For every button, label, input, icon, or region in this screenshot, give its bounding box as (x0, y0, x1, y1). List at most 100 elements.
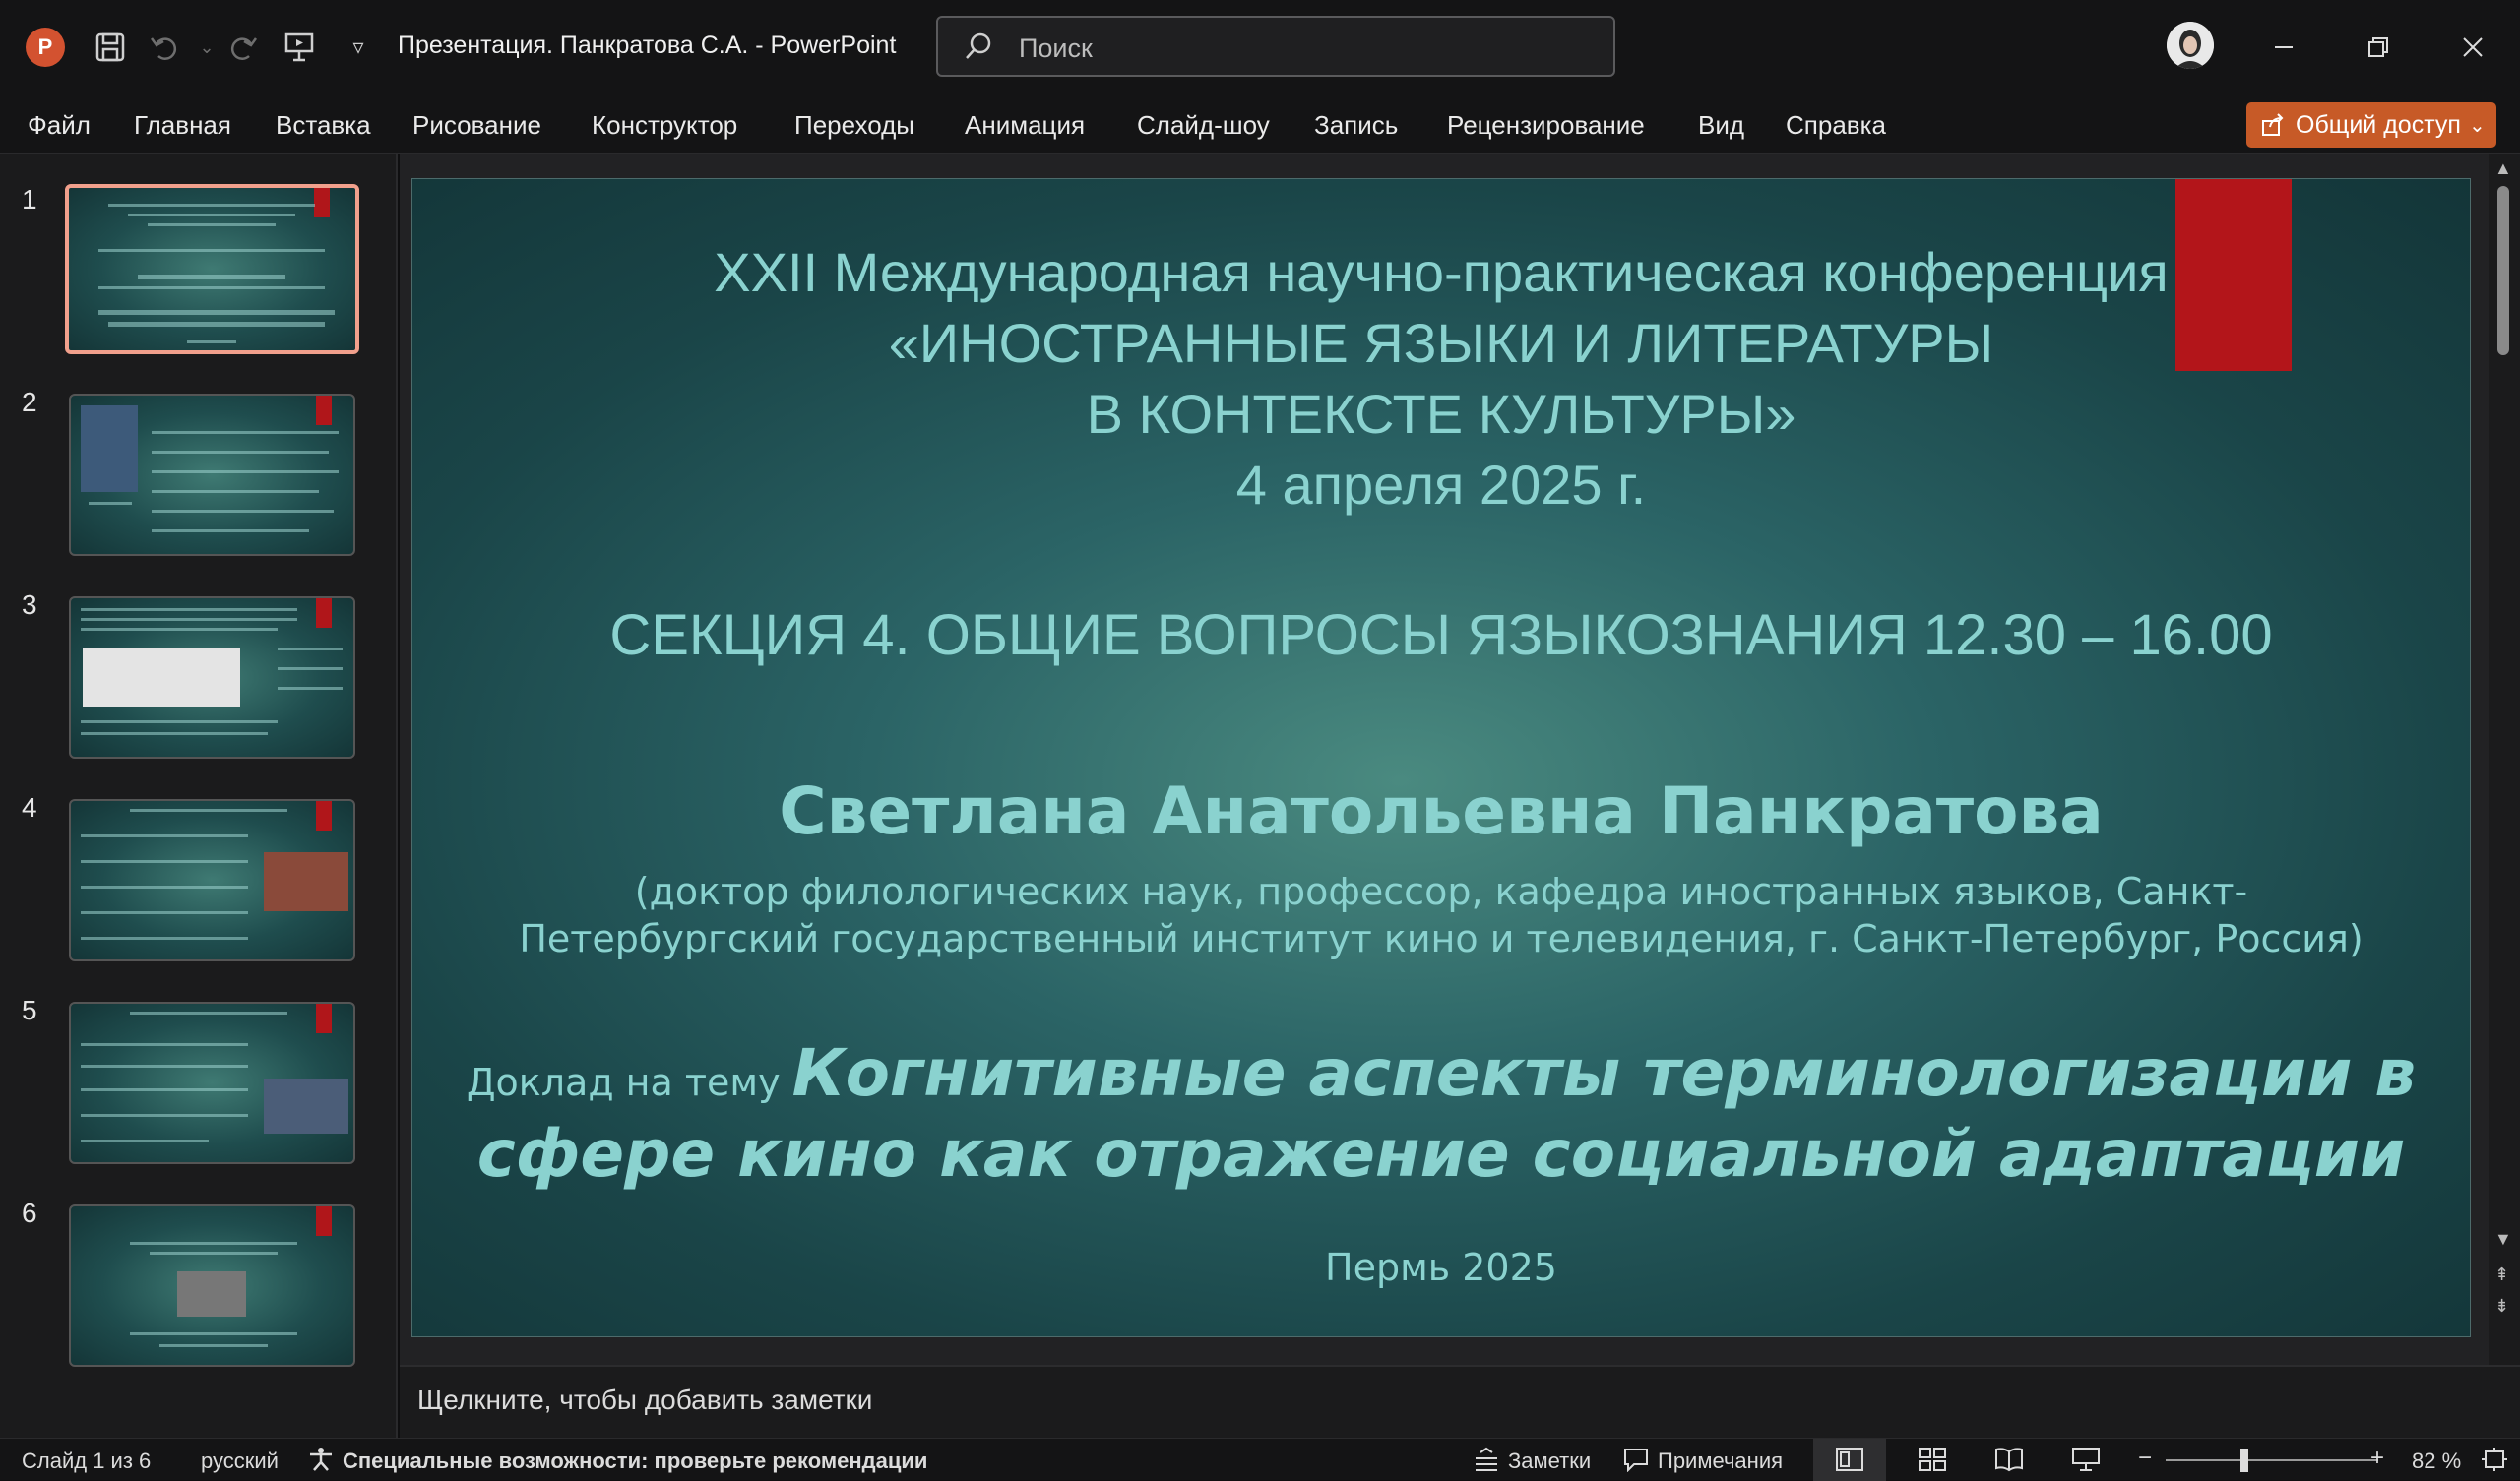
chevron-down-icon: ⌄ (2468, 114, 2486, 137)
restore-button[interactable] (2349, 22, 2408, 73)
slide-number: 2 (22, 387, 37, 417)
slide-accent-band (316, 1004, 332, 1033)
tab-design[interactable]: Конструктор (592, 110, 737, 141)
status-bar: Слайд 1 из 6 русский Специальные возможн… (0, 1438, 2520, 1481)
notes-toggle[interactable]: Заметки (1508, 1449, 1591, 1474)
accessibility-status[interactable]: Специальные возможности: проверьте реком… (343, 1449, 927, 1474)
normal-view-button[interactable] (1813, 1439, 1886, 1481)
slide-thumbnail-6[interactable] (69, 1204, 355, 1367)
screenshot-thumbnail (83, 648, 240, 707)
current-slide[interactable]: XXII Международная научно-практическая к… (411, 178, 2471, 1337)
slide-number: 5 (22, 995, 37, 1025)
tab-slideshow[interactable]: Слайд-шоу (1137, 110, 1270, 141)
accessibility-icon (310, 1448, 332, 1471)
redo-icon[interactable] (222, 28, 262, 67)
section-title[interactable]: СЕКЦИЯ 4. ОБЩИЕ ВОПРОСЫ ЯЗЫКОЗНАНИЯ 12.3… (412, 602, 2470, 668)
conference-title-line3[interactable]: В КОНТЕКСТЕ КУЛЬТУРЫ» (412, 382, 2470, 446)
slide-thumbnail-4[interactable] (69, 799, 355, 961)
reading-view-icon[interactable] (1994, 1447, 2024, 1472)
tab-review[interactable]: Рецензирование (1447, 110, 1645, 141)
customize-qat-icon[interactable]: ▿ (339, 28, 378, 67)
slide-number: 6 (22, 1198, 37, 1228)
tab-transitions[interactable]: Переходы (794, 110, 914, 141)
zoom-out-button[interactable]: − (2138, 1445, 2152, 1472)
author-affiliation-line1[interactable]: (доктор филологических наук, профессор, … (412, 870, 2470, 913)
slide-thumbnails-pane: 1 2 3 4 5 6 (0, 154, 398, 1438)
title-bar: P ⌄ ▿ Презентация. Панкратова С.А. - Pow… (0, 0, 2520, 94)
slide-accent-band (316, 396, 332, 425)
save-icon[interactable] (91, 28, 130, 67)
tab-draw[interactable]: Рисование (412, 110, 541, 141)
slide-accent-band (314, 188, 330, 217)
report-topic-lead: Доклад на тему (466, 1061, 792, 1104)
scrollbar-thumb[interactable] (2497, 186, 2509, 355)
author-name[interactable]: Светлана Анатольевна Панкратова (412, 773, 2470, 849)
conference-title-line2[interactable]: «ИНОСТРАННЫЕ ЯЗЫКИ И ЛИТЕРАТУРЫ (412, 311, 2470, 375)
share-button[interactable]: Общий доступ ⌄ (2246, 102, 2496, 148)
conference-date[interactable]: 4 апреля 2025 г. (412, 453, 2470, 517)
report-topic-line2[interactable]: сфере кино как отражение социальной адап… (412, 1116, 2470, 1192)
slide-number: 3 (22, 589, 37, 620)
notes-pane[interactable]: Щелкните, чтобы добавить заметки (400, 1365, 2520, 1438)
scroll-down-icon[interactable]: ▼ (2494, 1229, 2512, 1250)
avatar[interactable] (2167, 22, 2214, 69)
share-label: Общий доступ (2296, 110, 2461, 139)
fit-to-window-icon[interactable] (2481, 1447, 2508, 1472)
slideshow-view-icon[interactable] (2071, 1447, 2101, 1472)
slide-accent-band (316, 598, 332, 628)
slide-thumbnail-3[interactable] (69, 596, 355, 759)
report-topic-title: Когнитивные аспекты терминологизации в (791, 1035, 2417, 1111)
slide-accent-band (316, 801, 332, 831)
notes-placeholder: Щелкните, чтобы добавить заметки (417, 1385, 873, 1415)
comments-toggle[interactable]: Примечания (1658, 1449, 1783, 1474)
search-icon (966, 32, 991, 59)
normal-view-icon (1836, 1448, 1863, 1471)
slide-thumbnail-1[interactable] (65, 184, 359, 354)
language-indicator[interactable]: русский (201, 1449, 279, 1474)
tab-home[interactable]: Главная (134, 110, 231, 141)
author-affiliation-line2[interactable]: Петербургский государственный институт к… (412, 917, 2470, 960)
tab-record[interactable]: Запись (1314, 110, 1398, 141)
comments-icon (1624, 1449, 1648, 1472)
slide-sorter-icon[interactable] (1918, 1447, 1947, 1472)
photo-thumbnail (177, 1271, 246, 1317)
tab-file[interactable]: Файл (28, 110, 91, 141)
slide-accent-band (316, 1206, 332, 1236)
photo-thumbnail (81, 405, 138, 492)
report-topic-line1[interactable]: Доклад на тему Когнитивные аспекты терми… (412, 1035, 2470, 1111)
photo-thumbnail (264, 852, 348, 911)
present-from-start-icon[interactable] (280, 28, 319, 67)
share-icon (2262, 113, 2284, 136)
photo-thumbnail (264, 1079, 348, 1134)
document-title: Презентация. Панкратова С.А. - PowerPoin… (398, 31, 897, 59)
tab-help[interactable]: Справка (1786, 110, 1886, 141)
zoom-level[interactable]: 82 % (2412, 1449, 2461, 1474)
conference-title-line1[interactable]: XXII Международная научно-практическая к… (412, 240, 2470, 304)
vertical-scrollbar[interactable]: ▲ ▼ ⇞ ⇟ (2488, 154, 2520, 1365)
close-button[interactable] (2443, 22, 2502, 73)
slide-counter: Слайд 1 из 6 (22, 1449, 152, 1473)
slide-editor: XXII Международная научно-практическая к… (400, 154, 2490, 1365)
tab-animations[interactable]: Анимация (965, 110, 1085, 141)
notes-icon (1476, 1447, 1497, 1471)
slide-thumbnail-2[interactable] (69, 394, 355, 556)
scroll-up-icon[interactable]: ▲ (2494, 158, 2512, 179)
city-year[interactable]: Пермь 2025 (412, 1246, 2470, 1289)
minimize-button[interactable] (2254, 22, 2313, 73)
next-slide-icon[interactable]: ⇟ (2494, 1296, 2509, 1317)
zoom-slider[interactable] (2166, 1459, 2378, 1461)
ribbon-tabs: Файл Главная Вставка Рисование Конструкт… (0, 94, 2520, 154)
undo-icon[interactable] (146, 28, 185, 67)
tab-view[interactable]: Вид (1698, 110, 1744, 141)
zoom-in-button[interactable]: + (2370, 1445, 2384, 1472)
search-placeholder: Поиск (1019, 33, 1093, 63)
powerpoint-logo-icon: P (26, 28, 65, 67)
undo-dropdown-chevron-icon[interactable]: ⌄ (187, 28, 226, 67)
slide-number: 1 (22, 184, 37, 215)
previous-slide-icon[interactable]: ⇞ (2494, 1265, 2509, 1285)
slide-number: 4 (22, 792, 37, 823)
tab-insert[interactable]: Вставка (276, 110, 371, 141)
slide-thumbnail-5[interactable] (69, 1002, 355, 1164)
search-input[interactable]: Поиск (936, 16, 1615, 77)
zoom-slider-handle[interactable] (2240, 1449, 2248, 1472)
